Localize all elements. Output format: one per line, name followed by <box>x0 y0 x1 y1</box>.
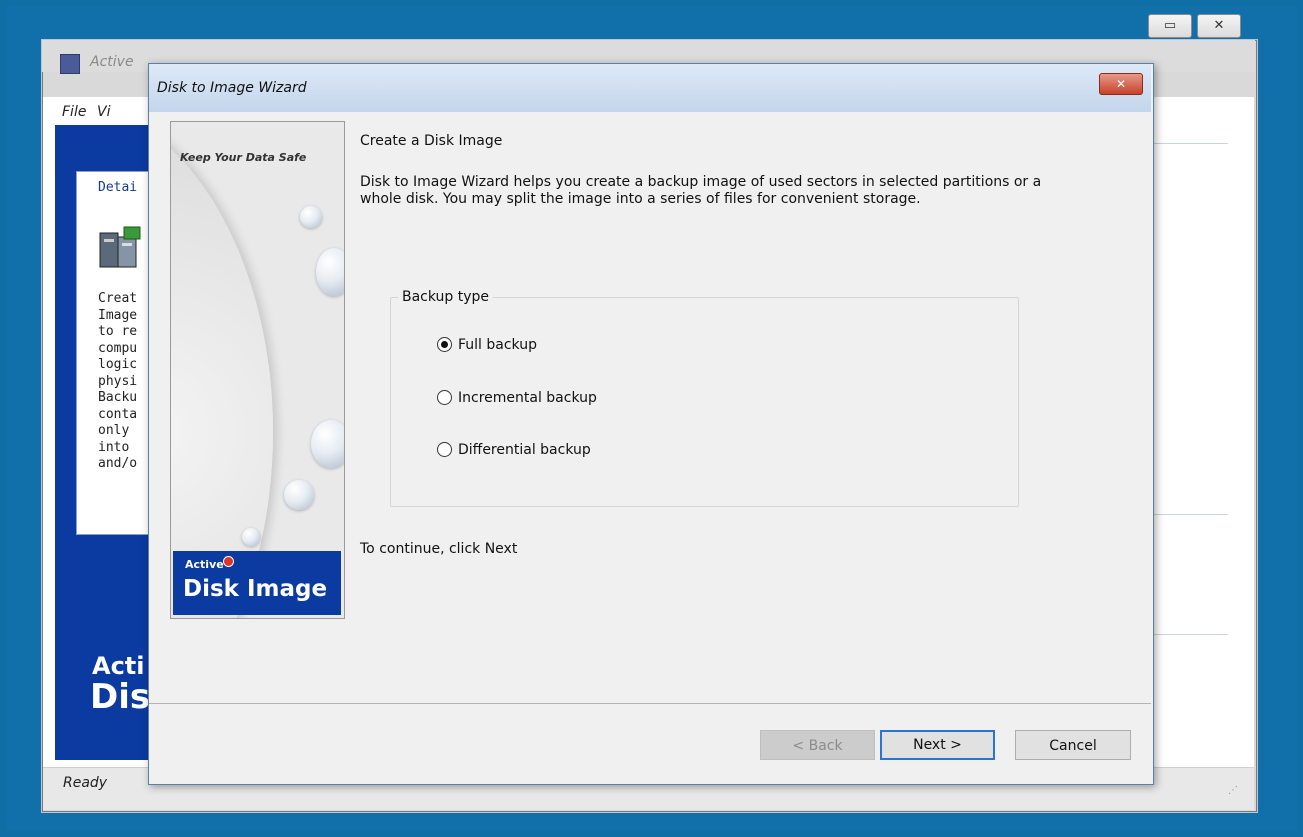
wizard-side-image <box>170 121 345 619</box>
divider <box>1152 634 1228 635</box>
divider <box>1152 514 1228 515</box>
differential-backup-label[interactable]: Differential backup <box>458 442 591 458</box>
logo-active-text: Active <box>185 558 224 571</box>
dialog-close-button[interactable]: ✕ <box>1099 73 1143 95</box>
bubble-icon <box>284 480 314 510</box>
wizard-heading: Create a Disk Image <box>360 133 503 149</box>
incremental-backup-label[interactable]: Incremental backup <box>458 390 597 406</box>
art-slogan: Keep Your Data Safe <box>180 151 307 164</box>
footer-separator <box>149 703 1151 704</box>
dialog-title: Disk to Image Wizard <box>157 80 307 96</box>
menu-file[interactable]: File <box>62 104 86 120</box>
bubble-icon <box>311 420 344 468</box>
maximize-button[interactable]: ▭ <box>1148 14 1192 38</box>
bubble-icon <box>316 248 344 296</box>
brand-disk-text: Dis <box>90 677 151 717</box>
brand-active-text: Acti <box>92 652 145 680</box>
details-description: Creat Image to re compu logic physi Back… <box>98 291 138 471</box>
decorative-disc <box>171 122 273 618</box>
main-close-button[interactable]: ✕ <box>1197 14 1241 38</box>
disk-image-icon <box>98 225 148 273</box>
radio-full-backup[interactable] <box>437 337 452 352</box>
radio-selected-dot <box>441 341 448 348</box>
wizard-description: Disk to Image Wizard helps you create a … <box>360 174 1042 207</box>
continue-instruction: To continue, click Next <box>360 541 518 557</box>
status-text: Ready <box>63 775 108 791</box>
bubble-icon <box>242 528 260 546</box>
logo-badge-icon <box>223 556 234 567</box>
radio-differential-backup[interactable] <box>437 442 452 457</box>
bubble-icon <box>300 206 322 228</box>
cancel-button[interactable]: Cancel <box>1015 730 1131 760</box>
details-tab[interactable]: Detai <box>98 180 137 195</box>
next-button[interactable]: Next > <box>880 730 995 760</box>
logo-product-name: Disk Image <box>183 576 328 602</box>
backup-type-label: Backup type <box>398 289 494 305</box>
app-icon <box>60 54 80 74</box>
main-window-title: Active <box>90 54 134 70</box>
radio-incremental-backup[interactable] <box>437 390 452 405</box>
full-backup-label[interactable]: Full backup <box>458 337 537 353</box>
resize-grip-icon[interactable]: ⋰ <box>1228 785 1238 796</box>
back-button[interactable]: < Back <box>760 730 875 760</box>
divider <box>1152 143 1228 144</box>
menu-view[interactable]: Vi <box>97 104 110 120</box>
